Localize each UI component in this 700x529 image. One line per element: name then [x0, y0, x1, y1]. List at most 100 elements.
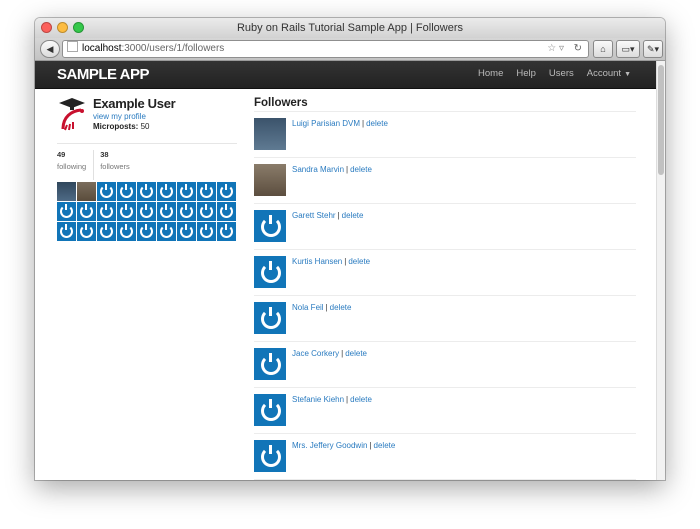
power-icon [180, 204, 193, 218]
follower-name-link[interactable]: Jace Corkery [292, 349, 339, 358]
follower-entry: Sandra Marvin | delete [292, 165, 372, 174]
follower-name-link[interactable]: Stefanie Kiehn [292, 395, 344, 404]
follower-avatar[interactable] [254, 302, 286, 334]
followers-list-section: Followers Luigi Parisian DVM | delete Sandr… [254, 97, 636, 480]
follower-name-link[interactable]: Kurtis Hansen [292, 257, 342, 266]
follower-thumb-avatar[interactable] [157, 182, 176, 201]
follower-thumb-avatar[interactable] [57, 202, 76, 221]
follower-thumb-avatar[interactable] [97, 182, 116, 201]
site-logo[interactable]: SAMPLE APP [57, 66, 149, 83]
follower-thumb-avatar[interactable] [117, 182, 136, 201]
separator: | [325, 303, 328, 312]
follower-thumb-avatar[interactable] [137, 222, 156, 241]
list-item: Jace Corkery | delete [254, 343, 636, 388]
follower-thumb-avatar[interactable] [57, 222, 76, 241]
follower-thumb-avatar[interactable] [177, 202, 196, 221]
follower-avatar[interactable] [254, 256, 286, 288]
follower-thumb-avatar[interactable] [137, 182, 156, 201]
browser-window: Ruby on Rails Tutorial Sample App | Foll… [35, 18, 665, 480]
extensions-button[interactable]: ✎▾ [643, 40, 663, 58]
vertical-scrollbar[interactable] [656, 61, 665, 480]
follower-thumb-avatar[interactable] [197, 182, 216, 201]
follower-name-link[interactable]: Luigi Parisian DVM [292, 119, 360, 128]
list-item: Sandra Marvin | delete [254, 159, 636, 204]
address-bar[interactable]: localhost:3000/users/1/followers ☆ ▿ ↻ [62, 40, 589, 58]
follower-thumb-avatar[interactable] [97, 222, 116, 241]
view-profile-link[interactable]: view my profile [93, 112, 146, 121]
follower-name-link[interactable]: Mrs. Jeffery Goodwin [292, 441, 367, 450]
follower-entry: Luigi Parisian DVM | delete [292, 119, 388, 128]
delete-link[interactable]: delete [348, 257, 370, 266]
power-icon [220, 224, 233, 238]
follower-thumb-avatar[interactable] [217, 222, 236, 241]
nav-users-link[interactable]: Users [549, 68, 574, 79]
back-button[interactable]: ◀ [40, 40, 60, 58]
power-icon [140, 224, 153, 238]
delete-link[interactable]: delete [330, 303, 352, 312]
home-button[interactable]: ⌂ [593, 40, 613, 58]
follower-avatar[interactable] [254, 164, 286, 196]
follower-name-link[interactable]: Sandra Marvin [292, 165, 344, 174]
rails-gravatar-icon [59, 98, 85, 131]
follower-name-link[interactable]: Nola Feil [292, 303, 324, 312]
follower-thumb-avatar[interactable] [177, 182, 196, 201]
follower-thumb-avatar[interactable] [157, 222, 176, 241]
power-icon [200, 184, 213, 198]
separator: | [337, 211, 340, 220]
tab-view-button[interactable]: ▭▾ [616, 40, 640, 58]
power-icon [120, 224, 133, 238]
followers-stat[interactable]: 38 followers [100, 150, 137, 180]
followers-count: 38 [100, 150, 109, 159]
power-icon [80, 224, 93, 238]
power-icon [120, 184, 133, 198]
follower-thumb-avatar[interactable] [97, 202, 116, 221]
power-icon [180, 184, 193, 198]
nav-account-dropdown[interactable]: Account ▼ [587, 68, 631, 79]
follower-thumb-avatar[interactable] [157, 202, 176, 221]
follower-avatar[interactable] [254, 348, 286, 380]
reload-icon[interactable]: ↻ [574, 41, 582, 57]
following-count: 49 [57, 150, 66, 159]
follower-thumb-avatar[interactable] [77, 202, 96, 221]
user-stats: 49 following 38 followers [57, 143, 237, 180]
follower-thumb-avatar[interactable] [197, 222, 216, 241]
delete-link[interactable]: delete [366, 119, 388, 128]
site-navbar: SAMPLE APP Home Help Users Account ▼ [35, 61, 657, 89]
title-bar: Ruby on Rails Tutorial Sample App | Foll… [35, 18, 665, 38]
delete-link[interactable]: delete [342, 211, 364, 220]
delete-link[interactable]: delete [374, 441, 396, 450]
follower-avatar[interactable] [254, 440, 286, 472]
follower-thumb-avatar[interactable] [217, 202, 236, 221]
follower-avatar[interactable] [254, 210, 286, 242]
follower-name-link[interactable]: Garett Stehr [292, 211, 336, 220]
power-icon [160, 204, 173, 218]
follower-avatar[interactable] [254, 394, 286, 426]
power-icon [200, 204, 213, 218]
following-stat[interactable]: 49 following [57, 150, 95, 180]
follower-thumb-avatar[interactable] [217, 182, 236, 201]
follower-thumb-avatar[interactable] [77, 182, 96, 201]
follower-entry: Kurtis Hansen | delete [292, 257, 370, 266]
delete-link[interactable]: delete [350, 395, 372, 404]
follower-entry: Stefanie Kiehn | delete [292, 395, 372, 404]
separator: | [346, 395, 349, 404]
follower-thumb-avatar[interactable] [57, 182, 76, 201]
scroll-thumb[interactable] [658, 65, 664, 175]
nav-help-link[interactable]: Help [516, 68, 536, 79]
follower-thumb-avatar[interactable] [197, 202, 216, 221]
power-icon [261, 261, 281, 283]
delete-link[interactable]: delete [350, 165, 372, 174]
follower-thumb-avatar[interactable] [137, 202, 156, 221]
follower-thumb-avatar[interactable] [117, 222, 136, 241]
window-title: Ruby on Rails Tutorial Sample App | Foll… [236, 22, 463, 34]
follower-avatar[interactable] [254, 118, 286, 150]
user-info: Example User view my profile Microposts:… [57, 96, 237, 137]
nav-home-link[interactable]: Home [478, 68, 503, 79]
follower-thumb-avatar[interactable] [177, 222, 196, 241]
bookmark-star-icon[interactable]: ☆ ▿ [547, 41, 564, 57]
delete-link[interactable]: delete [345, 349, 367, 358]
follower-thumb-avatar[interactable] [117, 202, 136, 221]
power-icon [220, 184, 233, 198]
url-host: localhost [82, 43, 122, 54]
follower-thumb-avatar[interactable] [77, 222, 96, 241]
